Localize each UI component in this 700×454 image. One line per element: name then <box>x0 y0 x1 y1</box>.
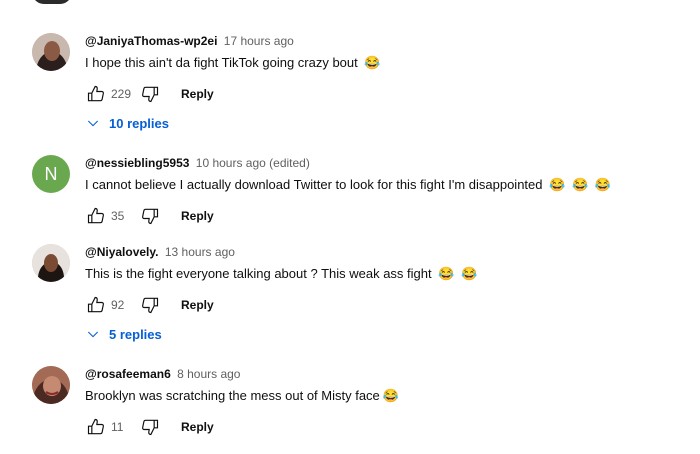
comment-header: @Niyalovely. 13 hours ago <box>85 244 692 260</box>
previous-avatar-edge <box>32 0 72 4</box>
comment-timestamp[interactable]: 17 hours ago <box>224 34 294 48</box>
like-count: 11 <box>111 420 124 434</box>
view-replies-button[interactable]: 10 replies <box>85 115 169 131</box>
comment-author[interactable]: @Niyalovely. <box>85 245 159 259</box>
like-count: 92 <box>111 298 125 312</box>
emoji: 😂 <box>571 177 589 192</box>
comment-header: @rosafeeman6 8 hours ago <box>85 366 692 382</box>
chevron-down-icon <box>87 331 99 338</box>
like-icon[interactable] <box>85 205 107 227</box>
like-icon[interactable] <box>85 83 107 105</box>
comment-text: I hope this ain't da fight TikTok going … <box>85 54 692 72</box>
comment-header: @JaniyaThomas-wp2ei 17 hours ago <box>85 33 692 49</box>
dislike-icon[interactable] <box>139 205 161 227</box>
reply-button[interactable]: Reply <box>181 87 214 101</box>
emoji: 😂 <box>461 266 478 281</box>
emoji: 😂 <box>438 266 455 281</box>
comment-timestamp[interactable]: 8 hours ago <box>177 367 240 381</box>
like-icon[interactable] <box>85 294 107 316</box>
comment-author[interactable]: @rosafeeman6 <box>85 367 171 381</box>
view-replies-button[interactable]: 5 replies <box>85 326 162 342</box>
comment-text: This is the fight everyone talking about… <box>85 265 692 283</box>
comment-actions: 35 Reply <box>85 202 692 230</box>
comment-text-content: I hope this ain't da fight TikTok going … <box>85 55 358 70</box>
avatar[interactable] <box>32 366 70 404</box>
like-count: 35 <box>111 209 125 223</box>
comment-actions: 92 Reply <box>85 291 692 319</box>
comment-author[interactable]: @JaniyaThomas-wp2ei <box>85 34 217 48</box>
comment-actions: 229 Reply <box>85 80 692 108</box>
avatar[interactable] <box>32 244 70 282</box>
reply-button[interactable]: Reply <box>181 298 214 312</box>
comment-actions: 11 Reply <box>85 413 692 441</box>
emoji: 😂 <box>364 55 381 70</box>
comment-text: Brooklyn was scratching the mess out of … <box>85 387 692 405</box>
comment-timestamp[interactable]: 13 hours ago <box>165 245 235 259</box>
chevron-down-icon <box>87 120 99 127</box>
dislike-icon[interactable] <box>139 416 161 438</box>
comment-timestamp[interactable]: 10 hours ago (edited) <box>196 156 310 170</box>
dislike-icon[interactable] <box>139 83 161 105</box>
comment-text-content: This is the fight everyone talking about… <box>85 266 432 281</box>
comment-text-content: I cannot believe I actually download Twi… <box>85 177 543 192</box>
avatar[interactable] <box>32 33 70 71</box>
dislike-icon[interactable] <box>139 294 161 316</box>
emoji: 😂 <box>382 388 399 403</box>
comment-author[interactable]: @nessiebling5953 <box>85 156 189 170</box>
emoji: 😂 <box>549 177 566 192</box>
like-icon[interactable] <box>85 416 107 438</box>
emoji: 😂 <box>594 177 611 192</box>
comment-text-content: Brooklyn was scratching the mess out of … <box>85 388 380 403</box>
reply-button[interactable]: Reply <box>181 209 214 223</box>
reply-button[interactable]: Reply <box>181 420 214 434</box>
avatar[interactable]: N <box>32 155 70 193</box>
avatar-letter: N <box>44 163 58 184</box>
replies-label: 10 replies <box>109 115 169 131</box>
comment-text: I cannot believe I actually download Twi… <box>85 176 692 194</box>
comment-header: @nessiebling5953 10 hours ago (edited) <box>85 155 692 171</box>
replies-label: 5 replies <box>109 326 162 342</box>
like-count: 229 <box>111 87 132 101</box>
